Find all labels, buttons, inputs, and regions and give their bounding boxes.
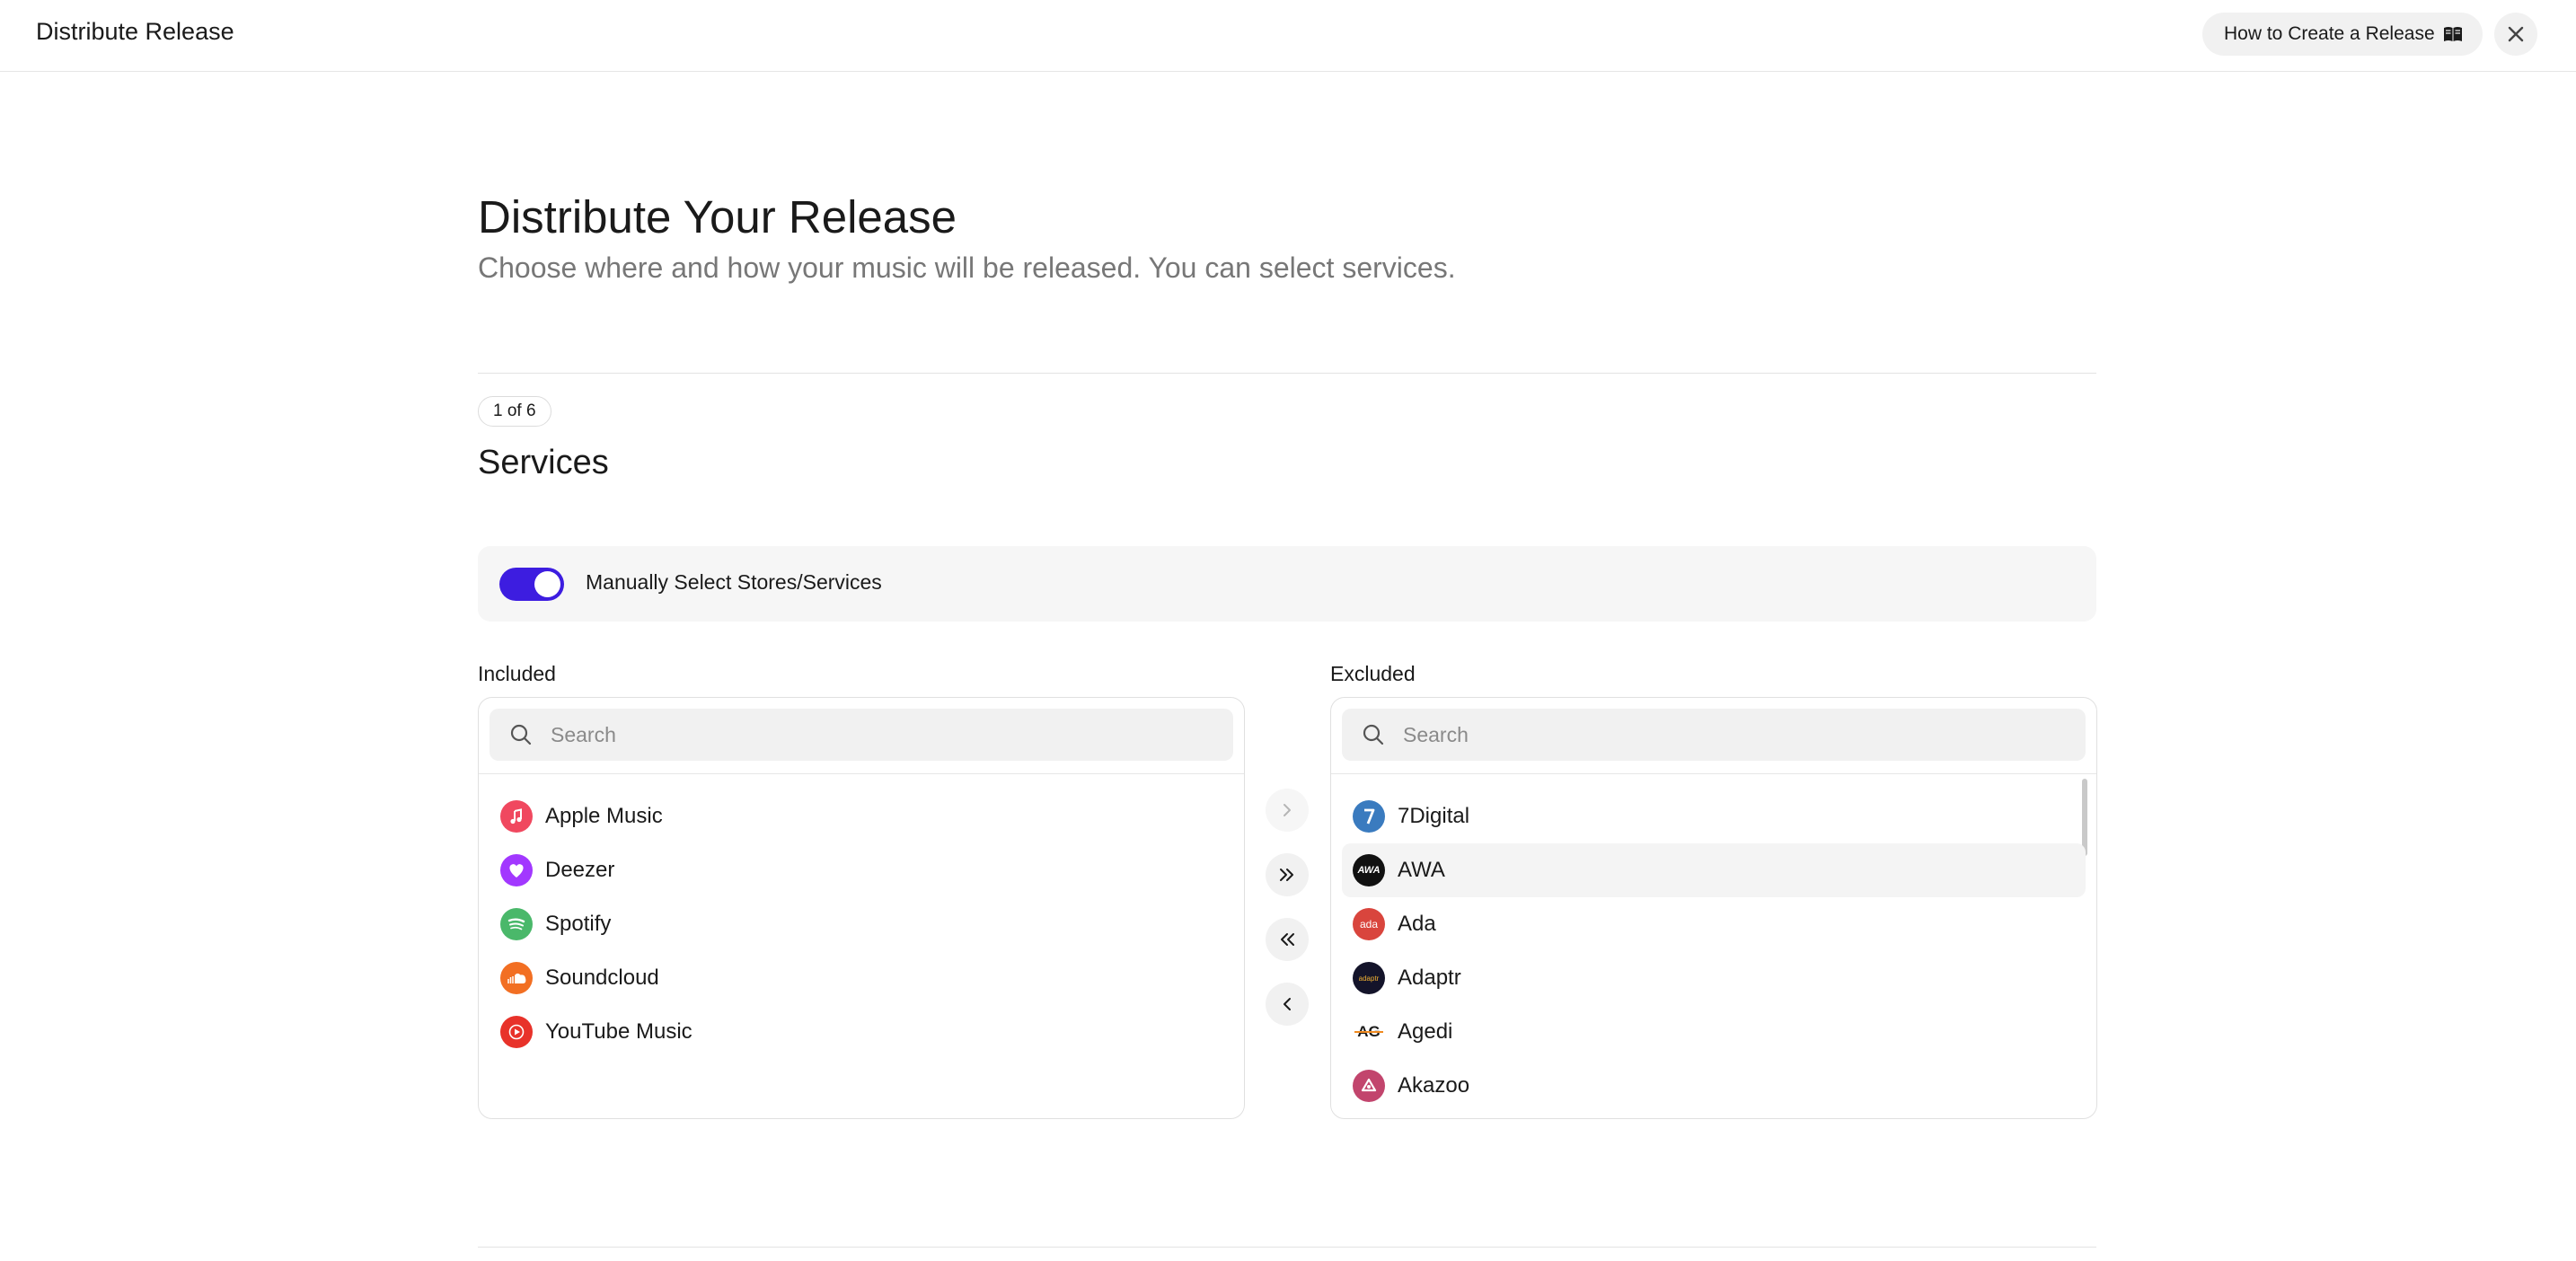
item-name: Apple Music bbox=[545, 804, 663, 828]
included-list: Apple Music Deezer Spotify Soundcloud Yo… bbox=[490, 789, 1233, 1059]
item-name: Akazoo bbox=[1398, 1073, 1470, 1098]
section-divider bbox=[478, 373, 2096, 374]
item-name: Agedi bbox=[1398, 1019, 1453, 1044]
excluded-label: Excluded bbox=[1330, 662, 1416, 685]
item-name: Adaptr bbox=[1398, 966, 1461, 990]
included-panel: Apple Music Deezer Spotify Soundcloud Yo… bbox=[478, 697, 1245, 1119]
page-subtitle: Choose where and how your music will be … bbox=[478, 251, 1456, 284]
list-item-agedi[interactable]: AG Agedi bbox=[1342, 1005, 2086, 1059]
youtube-music-icon bbox=[500, 1016, 533, 1048]
item-name: Ada bbox=[1398, 912, 1436, 936]
item-name: Deezer bbox=[545, 858, 615, 882]
awa-icon: AWA bbox=[1353, 854, 1385, 886]
excluded-search bbox=[1342, 709, 2086, 761]
item-name: Spotify bbox=[545, 912, 612, 936]
double-chevron-right-icon bbox=[1280, 869, 1293, 881]
chevron-right-icon bbox=[1284, 804, 1291, 816]
book-icon bbox=[2444, 27, 2462, 41]
search-icon bbox=[510, 724, 532, 745]
step-badge: 1 of 6 bbox=[478, 396, 551, 427]
item-name: Soundcloud bbox=[545, 966, 659, 990]
ada-icon: ada bbox=[1353, 908, 1385, 940]
section-title: Services bbox=[478, 444, 609, 481]
chevron-left-icon bbox=[1284, 998, 1291, 1010]
move-selected-right-button[interactable] bbox=[1266, 789, 1309, 832]
list-item-deezer[interactable]: Deezer bbox=[490, 843, 1233, 897]
soundcloud-icon bbox=[500, 962, 533, 994]
spotify-icon bbox=[500, 908, 533, 940]
move-all-right-button[interactable] bbox=[1266, 853, 1309, 896]
close-icon bbox=[2508, 26, 2524, 42]
item-name: AWA bbox=[1398, 858, 1445, 882]
close-button[interactable] bbox=[2494, 13, 2537, 56]
list-item-youtube-music[interactable]: YouTube Music bbox=[490, 1005, 1233, 1059]
list-item-apple-music[interactable]: Apple Music bbox=[490, 789, 1233, 843]
list-item-soundcloud[interactable]: Soundcloud bbox=[490, 951, 1233, 1005]
search-icon bbox=[1363, 724, 1384, 745]
panel-separator bbox=[1331, 773, 2096, 774]
top-bar: Distribute Release How to Create a Relea… bbox=[0, 0, 2576, 72]
app-title: Distribute Release bbox=[36, 18, 234, 45]
excluded-list: 7Digital AWA AWA ada Ada adaptr Adaptr A… bbox=[1342, 789, 2086, 1113]
agedi-icon: AG bbox=[1353, 1016, 1385, 1048]
apple-music-icon bbox=[500, 800, 533, 833]
excluded-search-input[interactable] bbox=[1403, 709, 2032, 761]
list-item-adaptr[interactable]: adaptr Adaptr bbox=[1342, 951, 2086, 1005]
list-item-akazoo[interactable]: Akazoo bbox=[1342, 1059, 2086, 1113]
item-name: YouTube Music bbox=[545, 1019, 693, 1044]
manual-select-row: Manually Select Stores/Services bbox=[478, 546, 2096, 622]
panel-separator bbox=[479, 773, 1244, 774]
7digital-icon bbox=[1353, 800, 1385, 833]
excluded-panel: 7Digital AWA AWA ada Ada adaptr Adaptr A… bbox=[1330, 697, 2097, 1119]
manual-select-toggle[interactable] bbox=[499, 568, 564, 601]
page-title: Distribute Your Release bbox=[478, 191, 957, 242]
included-search bbox=[490, 709, 1233, 761]
manual-select-label: Manually Select Stores/Services bbox=[586, 570, 882, 594]
item-name: 7Digital bbox=[1398, 804, 1470, 828]
akazoo-icon bbox=[1353, 1070, 1385, 1102]
list-item-7digital[interactable]: 7Digital bbox=[1342, 789, 2086, 843]
list-item-ada[interactable]: ada Ada bbox=[1342, 897, 2086, 951]
bottom-divider bbox=[478, 1247, 2096, 1248]
move-all-left-button[interactable] bbox=[1266, 918, 1309, 961]
toggle-knob bbox=[534, 571, 560, 597]
included-label: Included bbox=[478, 662, 556, 685]
deezer-heart-icon bbox=[500, 854, 533, 886]
list-item-awa[interactable]: AWA AWA bbox=[1342, 843, 2086, 897]
help-button-label: How to Create a Release bbox=[2224, 23, 2435, 44]
move-selected-left-button[interactable] bbox=[1266, 983, 1309, 1026]
how-to-create-release-button[interactable]: How to Create a Release bbox=[2202, 13, 2483, 56]
double-chevron-left-icon bbox=[1281, 933, 1294, 946]
included-search-input[interactable] bbox=[551, 709, 1179, 761]
adaptr-icon: adaptr bbox=[1353, 962, 1385, 994]
list-item-spotify[interactable]: Spotify bbox=[490, 897, 1233, 951]
